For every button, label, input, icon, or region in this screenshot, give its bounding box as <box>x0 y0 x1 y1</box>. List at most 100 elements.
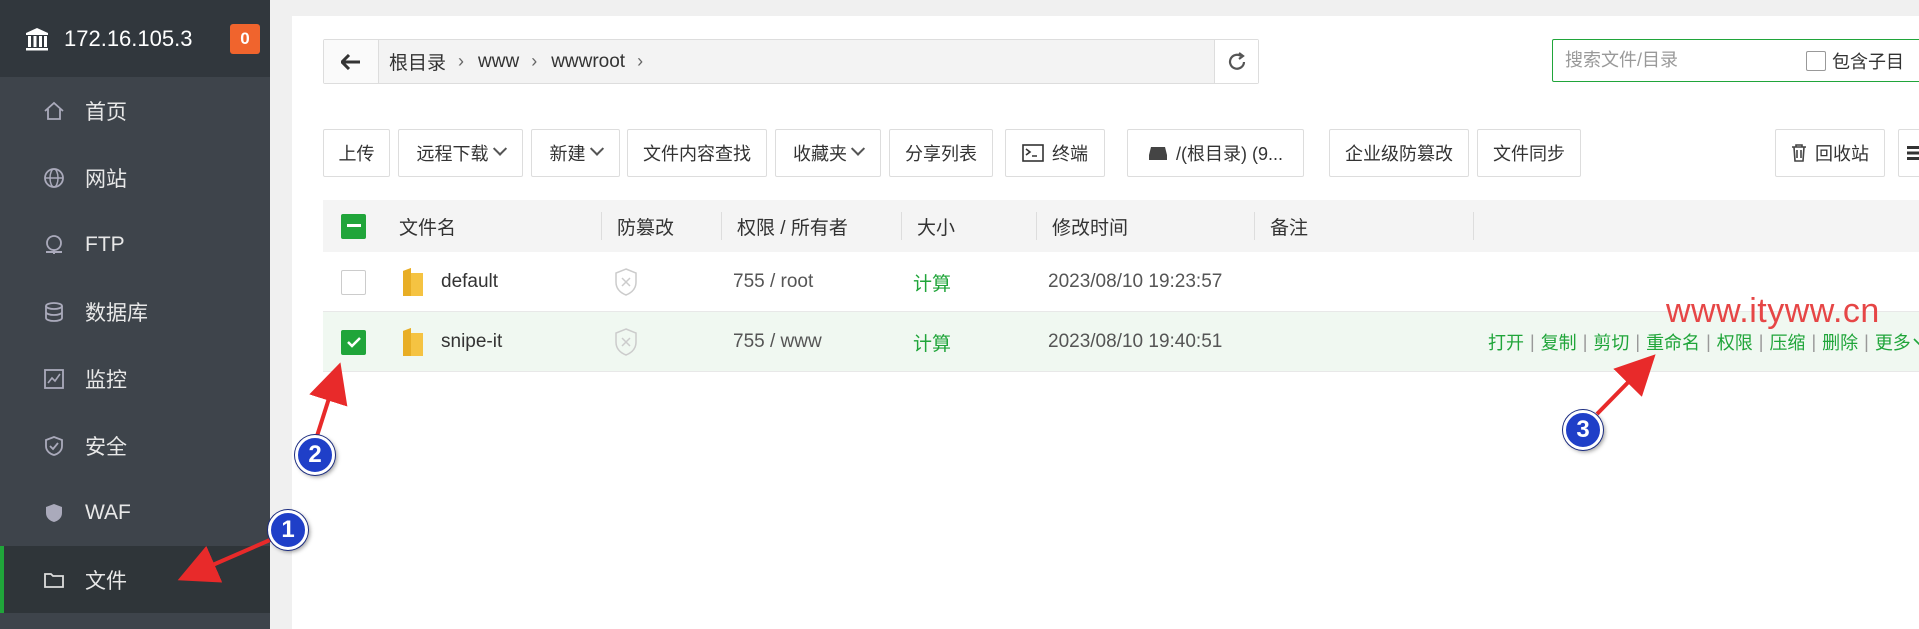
permission-owner[interactable]: 755 / root <box>733 252 813 312</box>
modified-time: 2023/08/10 19:40:51 <box>1048 331 1223 352</box>
favorites-label: 收藏夹 <box>793 144 847 164</box>
chevron-down-icon <box>492 141 507 156</box>
table-header: 文件名 防篡改 权限 / 所有者 大小 修改时间 备注 <box>323 200 1919 252</box>
content-search-button[interactable]: 文件内容查找 <box>627 129 767 177</box>
path-bar: 根目录 › www › wwwroot › <box>323 39 1259 84</box>
file-sync-label: 文件同步 <box>1493 144 1565 164</box>
file-name[interactable]: default <box>441 252 498 312</box>
sidebar-item-ftp[interactable]: FTP <box>0 211 270 278</box>
file-name[interactable]: snipe-it <box>441 312 502 372</box>
column-divider <box>1473 212 1474 240</box>
shield-icon <box>42 434 66 458</box>
permission-owner[interactable]: 755 / www <box>733 312 822 372</box>
chevron-right-icon: › <box>458 51 465 71</box>
size-calc-link[interactable]: 计算 <box>913 252 951 312</box>
terminal-button[interactable]: 终端 <box>1005 129 1105 177</box>
sidebar-item-website[interactable]: 网站 <box>0 144 270 211</box>
sidebar-item-files[interactable]: 文件 <box>0 546 270 613</box>
sidebar-item-database[interactable]: 数据库 <box>0 278 270 345</box>
chevron-down-icon <box>589 141 604 156</box>
recycle-bin-button[interactable]: 回收站 <box>1775 129 1885 177</box>
disk-icon <box>1148 145 1168 161</box>
refresh-button[interactable] <box>1214 40 1258 83</box>
refresh-icon <box>1228 51 1245 70</box>
sidebar-item-label: 网站 <box>85 167 127 191</box>
folder-icon <box>401 252 425 312</box>
op-more-link[interactable]: 更多 <box>1875 329 1911 355</box>
column-header-name[interactable]: 文件名 <box>399 200 456 252</box>
view-toggle-button[interactable] <box>1898 129 1919 177</box>
sidebar-item-waf[interactable]: WAF <box>0 479 270 546</box>
waf-shield-icon <box>42 501 66 525</box>
share-list-button[interactable]: 分享列表 <box>889 129 993 177</box>
database-icon <box>42 300 66 324</box>
share-list-label: 分享列表 <box>905 144 977 164</box>
chevron-down-icon <box>850 141 866 156</box>
sidebar-item-security[interactable]: 安全 <box>0 412 270 479</box>
column-header-permission[interactable]: 权限 / 所有者 <box>737 200 848 252</box>
sidebar-item-label: 监控 <box>85 368 127 392</box>
op-open-link[interactable]: 打开 <box>1488 329 1524 355</box>
column-header-size[interactable]: 大小 <box>917 200 955 252</box>
tamper-proof-button[interactable]: 企业级防篡改 <box>1329 129 1469 177</box>
op-delete-link[interactable]: 删除 <box>1822 329 1858 355</box>
sidebar-item-label: WAF <box>85 500 131 524</box>
include-subdir-checkbox[interactable] <box>1806 50 1826 71</box>
op-cut-link[interactable]: 剪切 <box>1593 329 1629 355</box>
list-view-icon <box>1907 145 1919 161</box>
monitor-icon <box>42 367 66 391</box>
column-divider <box>901 212 902 240</box>
chevron-right-icon: › <box>637 51 644 71</box>
server-ip: 172.16.105.3 <box>64 25 193 51</box>
favorites-button[interactable]: 收藏夹 <box>775 129 881 177</box>
select-all-checkbox[interactable] <box>341 200 366 252</box>
column-divider <box>721 212 722 240</box>
sidebar: 172.16.105.3 0 首页 网站 FTP 数据库 监控 安全 WAF 文… <box>0 0 270 629</box>
search-input[interactable] <box>1553 50 1803 71</box>
file-search: 包含子目 <box>1552 39 1919 82</box>
remote-download-label: 远程下载 <box>416 144 489 164</box>
size-calc-link[interactable]: 计算 <box>913 312 951 372</box>
breadcrumb-item[interactable]: 根目录 <box>389 48 446 75</box>
step-marker-1: 1 <box>268 510 308 550</box>
sidebar-item-monitor[interactable]: 监控 <box>0 345 270 412</box>
remote-download-button[interactable]: 远程下载 <box>398 129 523 177</box>
column-header-mtime[interactable]: 修改时间 <box>1052 200 1128 252</box>
step-marker-3: 3 <box>1563 410 1603 450</box>
row-checkbox[interactable] <box>341 312 366 372</box>
modified-time: 2023/08/10 19:23:57 <box>1048 271 1223 292</box>
breadcrumb-item[interactable]: wwwroot <box>551 51 625 73</box>
breadcrumb-item[interactable]: www <box>478 51 519 73</box>
column-header-remark: 备注 <box>1270 217 1309 239</box>
back-button[interactable] <box>324 40 379 83</box>
folder-icon <box>401 312 425 372</box>
sidebar-item-label: FTP <box>85 232 125 256</box>
content-search-label: 文件内容查找 <box>643 144 751 164</box>
folder-icon <box>42 568 66 592</box>
notification-badge[interactable]: 0 <box>230 24 260 54</box>
sidebar-item-label: 数据库 <box>85 301 148 325</box>
op-copy-link[interactable]: 复制 <box>1541 329 1577 355</box>
terminal-label: 终端 <box>1052 144 1088 164</box>
upload-label: 上传 <box>338 144 375 164</box>
arrow-left-icon <box>341 53 360 70</box>
op-permission-link[interactable]: 权限 <box>1717 329 1753 355</box>
row-checkbox[interactable] <box>341 252 366 312</box>
sidebar-item-label: 首页 <box>85 100 127 124</box>
recycle-bin-label: 回收站 <box>1815 144 1869 164</box>
tamper-status-icon[interactable] <box>613 312 639 372</box>
tamper-proof-label: 企业级防篡改 <box>1345 144 1453 164</box>
tamper-status-icon[interactable] <box>613 252 639 312</box>
globe-icon <box>42 166 66 190</box>
home-icon <box>42 99 66 123</box>
upload-button[interactable]: 上传 <box>323 129 390 177</box>
include-subdir-label: 包含子目 <box>1832 51 1904 72</box>
op-compress-link[interactable]: 压缩 <box>1769 329 1805 355</box>
file-sync-button[interactable]: 文件同步 <box>1477 129 1581 177</box>
terminal-icon <box>1022 144 1044 162</box>
sidebar-item-home[interactable]: 首页 <box>0 77 270 144</box>
chevron-right-icon: › <box>531 51 538 71</box>
new-button[interactable]: 新建 <box>531 129 620 177</box>
op-rename-link[interactable]: 重命名 <box>1646 329 1700 355</box>
disk-selector-button[interactable]: /(根目录) (9... <box>1127 129 1304 177</box>
